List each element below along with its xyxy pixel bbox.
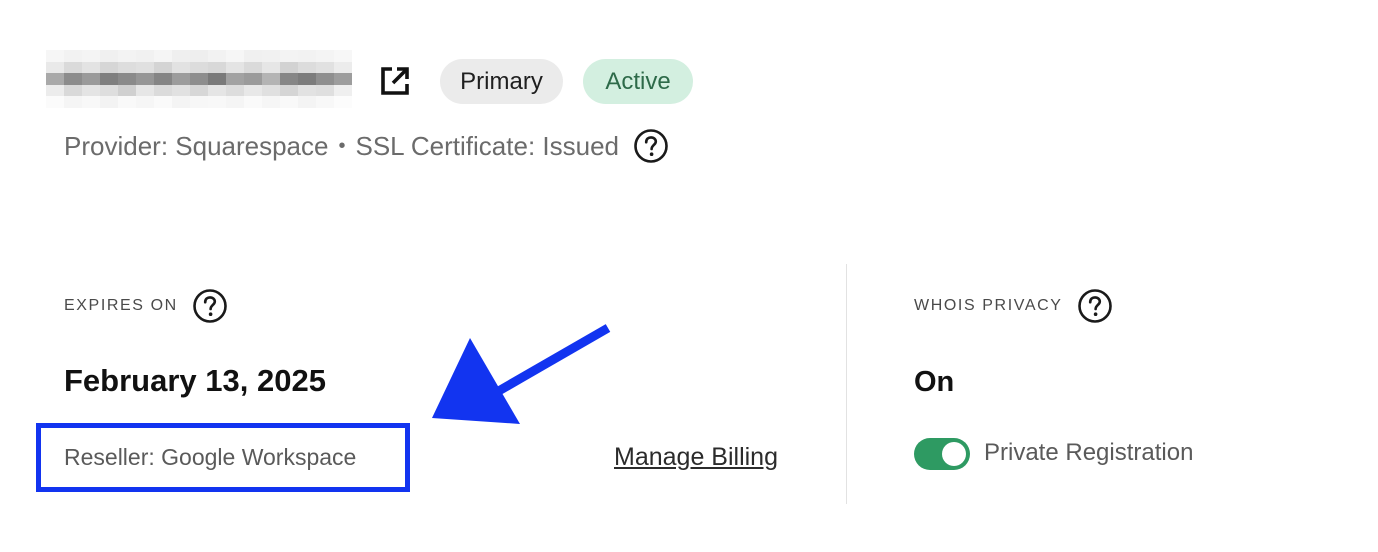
expires-on-label-text: EXPIRES ON [64, 297, 178, 314]
ssl-status-text: SSL Certificate: Issued [355, 130, 620, 161]
annotation-arrow-icon [432, 324, 611, 424]
manage-billing-link[interactable]: Manage Billing [614, 443, 778, 472]
whois-privacy-value: On [914, 366, 955, 398]
private-registration-toggle[interactable] [914, 438, 970, 470]
external-link-icon[interactable] [378, 64, 412, 98]
provider-text: Provider: Squarespace [64, 130, 329, 161]
private-registration-label: Private Registration [984, 439, 1194, 466]
expiry-date: February 13, 2025 [64, 363, 326, 398]
primary-badge: Primary [440, 59, 563, 104]
separator-dot: • [338, 134, 346, 157]
ssl-help-icon[interactable] [633, 128, 669, 164]
active-status-badge: Active [583, 59, 693, 104]
whois-help-icon[interactable] [1077, 288, 1113, 324]
domain-name-redacted [46, 50, 352, 108]
expires-on-label: EXPIRES ON [64, 288, 228, 324]
whois-privacy-label: WHOIS PRIVACY [914, 288, 1113, 324]
toggle-knob [942, 442, 966, 466]
whois-privacy-label-text: WHOIS PRIVACY [914, 297, 1063, 314]
domain-meta-row: Provider: Squarespace • SSL Certificate:… [64, 126, 669, 166]
expires-help-icon[interactable] [192, 288, 228, 324]
panel-divider [846, 264, 847, 504]
reseller-text: Reseller: Google Workspace [64, 444, 357, 470]
